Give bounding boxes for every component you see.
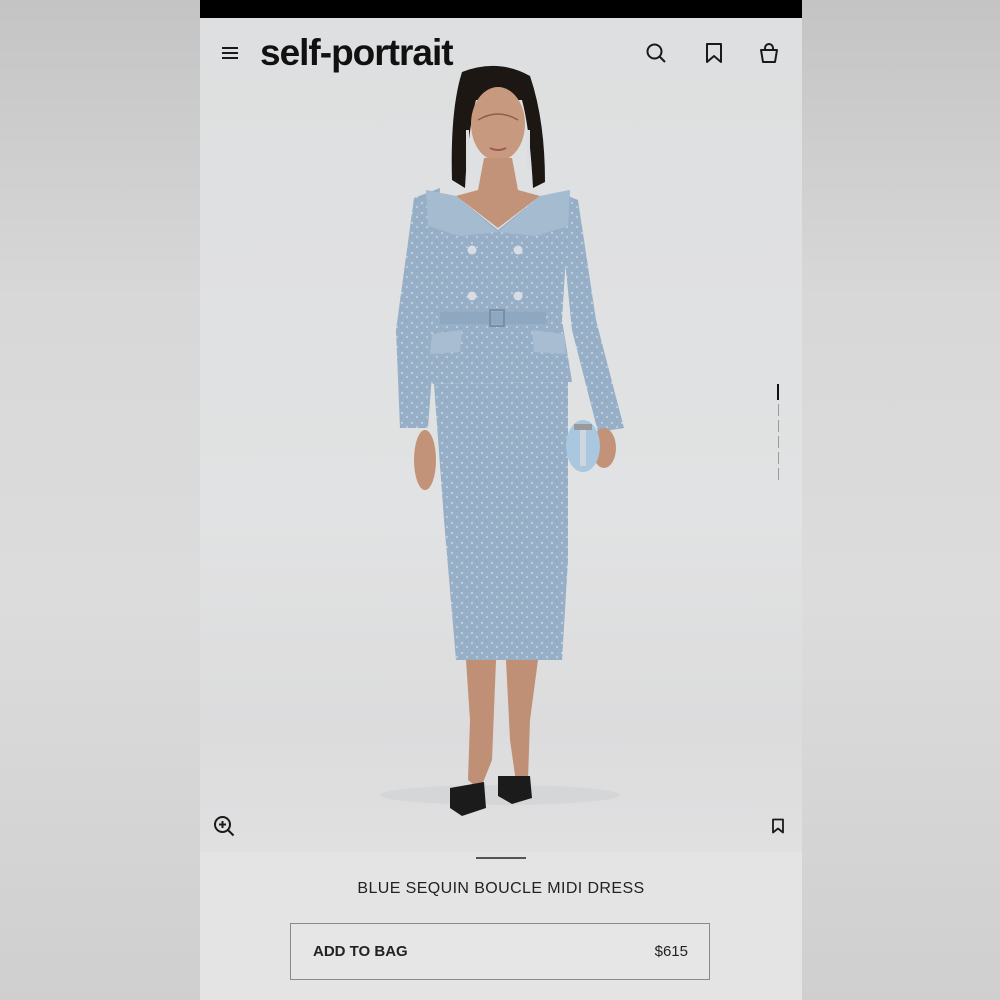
right-backdrop bbox=[802, 0, 1000, 1000]
add-to-bag-button[interactable]: ADD TO BAG $615 bbox=[290, 923, 710, 980]
brand-logo[interactable]: self-portrait bbox=[260, 32, 454, 74]
model-figure bbox=[380, 65, 624, 816]
shopping-bag-icon[interactable] bbox=[758, 42, 780, 64]
site-header: self-portrait bbox=[200, 18, 802, 88]
zoom-in-icon[interactable] bbox=[212, 814, 236, 838]
bookmark-icon[interactable] bbox=[771, 818, 785, 834]
product-info-panel: BLUE SEQUIN BOUCLE MIDI DRESS ADD TO BAG… bbox=[200, 852, 802, 1000]
drag-handle[interactable] bbox=[476, 857, 526, 859]
product-price: $615 bbox=[654, 943, 688, 960]
hamburger-menu-icon[interactable] bbox=[222, 47, 238, 59]
bookmark-icon[interactable] bbox=[703, 42, 725, 64]
phone-screen: self-portrait BLUE SEQUIN BOUCLE MIDI DR… bbox=[200, 0, 802, 1000]
product-title: BLUE SEQUIN BOUCLE MIDI DRESS bbox=[357, 880, 645, 897]
image-page-indicator bbox=[777, 384, 781, 484]
left-backdrop bbox=[0, 0, 200, 1000]
search-icon[interactable] bbox=[645, 42, 667, 64]
add-to-bag-label: ADD TO BAG bbox=[313, 943, 408, 960]
product-image[interactable] bbox=[200, 18, 802, 852]
